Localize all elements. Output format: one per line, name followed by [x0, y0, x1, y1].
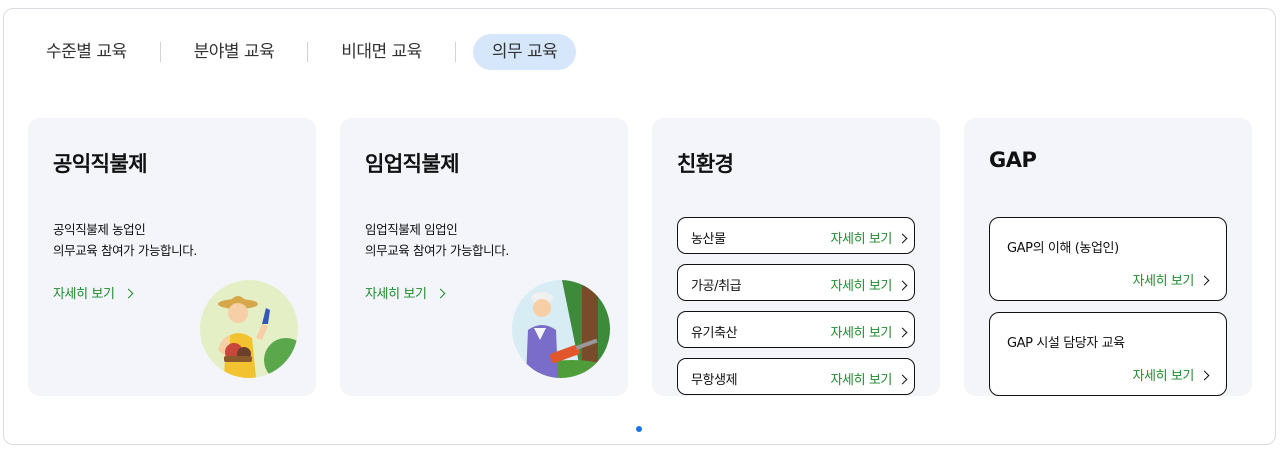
detail-link[interactable]: 자세히 보기 — [1132, 270, 1210, 289]
chevron-right-icon — [897, 374, 908, 385]
gap-item-understanding[interactable]: GAP의 이해 (농업인) 자세히 보기 — [989, 217, 1227, 301]
detail-link[interactable]: 자세히 보기 — [53, 283, 133, 302]
card-description: 공익직불제 농업인 의무교육 참여가 가능합니다. — [53, 222, 197, 258]
chevron-right-icon — [897, 280, 908, 291]
card-eco-friendly: 친환경 농산물 자세히 보기 가공/취급 자세히 보기 유기축산 자세히 보기 … — [652, 118, 940, 396]
card-title: 임업직불제 — [365, 152, 460, 176]
card-description: 임업직불제 임업인 의무교육 참여가 가능합니다. — [365, 222, 509, 258]
forester-illustration — [512, 280, 610, 378]
education-tabs: 수준별 교육 분야별 교육 비대면 교육 의무 교육 — [30, 34, 577, 70]
card-title: 공익직불제 — [53, 152, 148, 176]
detail-link[interactable]: 자세히 보기 — [830, 322, 908, 341]
chevron-right-icon — [1199, 275, 1210, 286]
tab-divider — [159, 42, 161, 62]
pagination-dot[interactable] — [636, 426, 642, 432]
detail-link[interactable]: 자세히 보기 — [1132, 365, 1210, 384]
tab-field[interactable]: 분야별 교육 — [178, 34, 291, 70]
eco-item-antibiotic-free[interactable]: 무항생제 자세히 보기 — [677, 358, 915, 395]
tab-divider — [454, 42, 456, 62]
chevron-right-icon — [123, 288, 133, 299]
chevron-right-icon — [1199, 370, 1210, 381]
eco-item-produce[interactable]: 농산물 자세히 보기 — [677, 217, 915, 254]
card-title: 친환경 — [677, 152, 734, 176]
detail-link[interactable]: 자세히 보기 — [830, 228, 908, 247]
tab-divider — [307, 42, 309, 62]
tab-online[interactable]: 비대면 교육 — [325, 34, 438, 70]
chevron-right-icon — [897, 233, 908, 244]
farmer-illustration — [200, 280, 298, 378]
detail-link[interactable]: 자세히 보기 — [830, 275, 908, 294]
chevron-right-icon — [897, 327, 908, 338]
card-public-payment: 공익직불제 공익직불제 농업인 의무교육 참여가 가능합니다. 자세히 보기 — [28, 118, 316, 396]
detail-link[interactable]: 자세히 보기 — [365, 283, 445, 302]
tab-mandatory[interactable]: 의무 교육 — [472, 34, 577, 70]
chevron-right-icon — [435, 288, 445, 299]
card-gap: GAP GAP의 이해 (농업인) 자세히 보기 GAP 시설 담당자 교육 자… — [964, 118, 1252, 396]
eco-item-processing[interactable]: 가공/취급 자세히 보기 — [677, 264, 915, 301]
gap-item-facility-staff[interactable]: GAP 시설 담당자 교육 자세히 보기 — [989, 312, 1227, 396]
eco-item-organic-livestock[interactable]: 유기축산 자세히 보기 — [677, 311, 915, 348]
card-forestry-payment: 임업직불제 임업직불제 임업인 의무교육 참여가 가능합니다. 자세히 보기 — [340, 118, 628, 396]
card-title: GAP — [989, 148, 1037, 172]
detail-link[interactable]: 자세히 보기 — [830, 369, 908, 388]
tab-level[interactable]: 수준별 교육 — [30, 34, 143, 70]
